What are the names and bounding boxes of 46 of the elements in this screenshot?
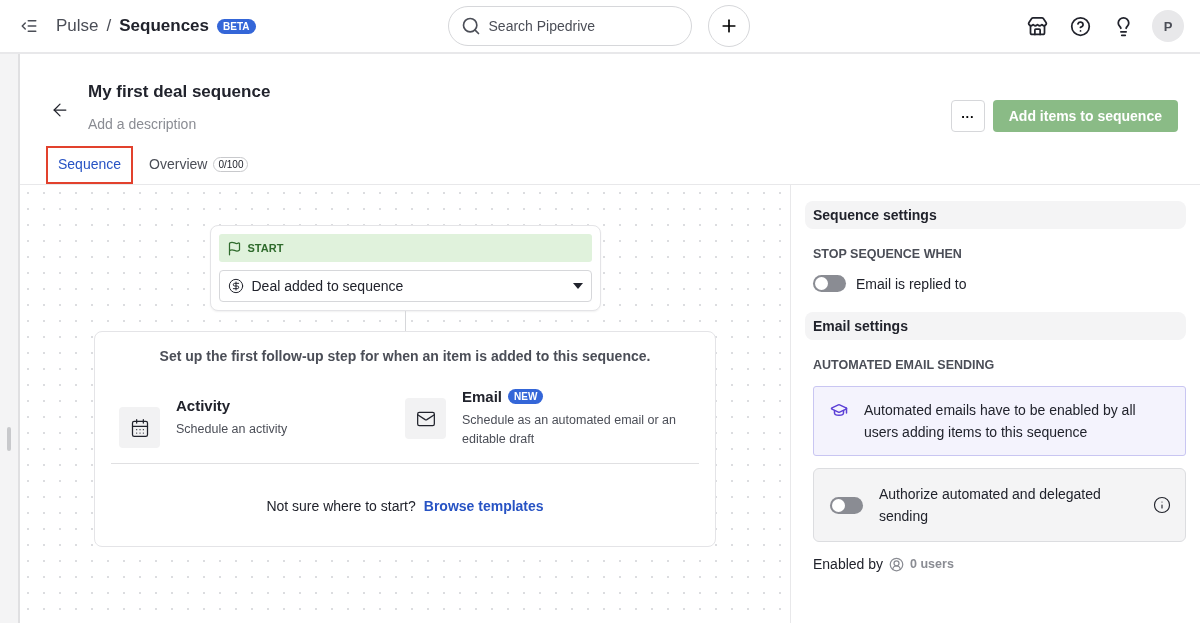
option-title: Email (462, 388, 503, 405)
start-label: START (218, 234, 592, 262)
notice-text: Automated emails have to be enabled by all users adding items to this sequence (864, 401, 1137, 442)
search-icon (460, 16, 481, 36)
section-label: AUTOMATED EMAIL SENDING (813, 358, 996, 372)
breadcrumb-separator: / (106, 16, 112, 36)
step-prompt: Set up the first follow-up step for when an item is added to this sequence. (159, 348, 651, 364)
add-button[interactable] (707, 5, 750, 47)
browse-templates-link[interactable]: Browse templates (423, 498, 544, 514)
dollar-icon (227, 278, 244, 294)
help-icon[interactable] (1070, 15, 1091, 37)
envelope-icon (405, 398, 446, 439)
enabled-users-count: 0 users (910, 557, 954, 571)
step-option[interactable]: Activity Schedule an activity (119, 397, 405, 449)
store-icon[interactable] (1027, 15, 1048, 37)
more-button[interactable]: ··· (950, 100, 985, 132)
breadcrumb-link[interactable]: Pulse (56, 16, 99, 36)
toggle-switch[interactable] (830, 496, 863, 514)
toggle-label: Email is replied to (856, 275, 967, 292)
resize-handle[interactable] (7, 426, 11, 451)
toggle-switch[interactable] (813, 275, 846, 292)
help-text: Not sure where to start? (266, 498, 416, 514)
enabled-by-label: Enabled by (813, 556, 884, 572)
user-icon (889, 556, 905, 572)
tab[interactable]: Sequence (46, 146, 134, 184)
beta-badge: BETA (217, 18, 256, 34)
user-avatar[interactable]: P (1152, 10, 1184, 42)
section-label: STOP SEQUENCE WHEN (813, 247, 963, 261)
info-icon[interactable] (1153, 496, 1171, 514)
option-description: Schedule as an automated email or an editable draft (462, 412, 677, 448)
step-option[interactable]: Email NEW Schedule as an automated email or an editable draft (405, 388, 691, 449)
page-title: Sequences (119, 16, 210, 36)
graduation-cap-icon (830, 401, 848, 419)
trigger-dropdown[interactable]: Deal added to sequence (218, 270, 592, 302)
flag-icon (226, 240, 242, 256)
section-title: Sequence settings (805, 201, 1186, 229)
sequence-title: My first deal sequence (88, 82, 272, 102)
option-description: Schedule an activity (176, 421, 288, 438)
option-title: Activity (176, 397, 231, 414)
new-badge: NEW (508, 389, 544, 404)
section-title: Email settings (805, 312, 1186, 340)
toggle-label: Authorize automated and delegated sending (879, 485, 1102, 526)
calendar-icon (119, 407, 160, 448)
tab[interactable]: Overview 0/100 (137, 146, 261, 184)
menu-icon[interactable] (20, 17, 38, 35)
caret-icon (572, 283, 583, 289)
